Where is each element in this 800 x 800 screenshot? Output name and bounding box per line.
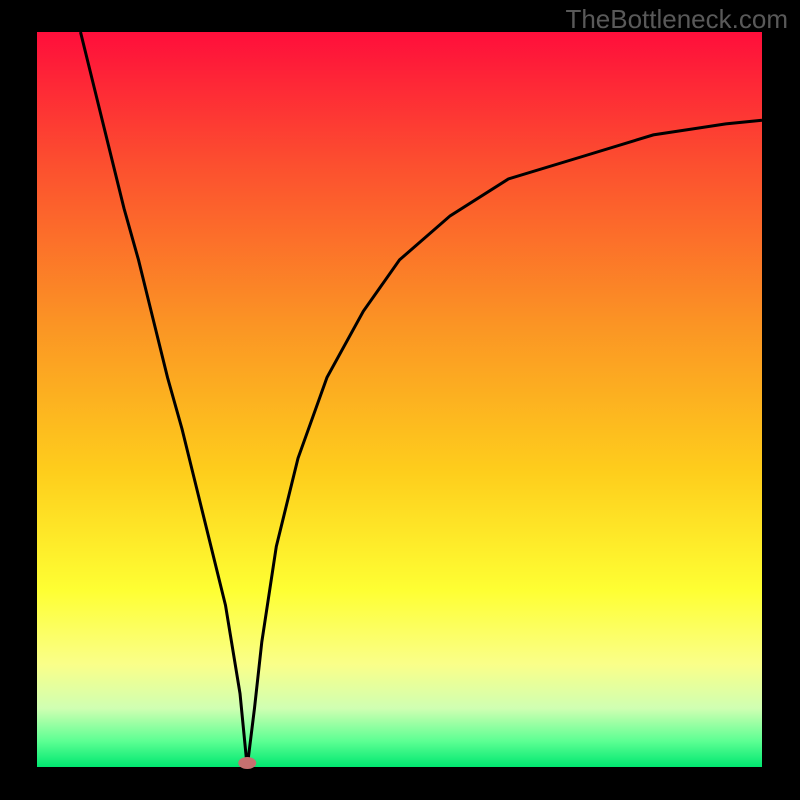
chart-svg <box>0 0 800 800</box>
minimum-marker <box>238 757 256 769</box>
watermark-text: TheBottleneck.com <box>565 4 788 35</box>
plot-background <box>37 32 762 767</box>
chart-frame: TheBottleneck.com <box>0 0 800 800</box>
